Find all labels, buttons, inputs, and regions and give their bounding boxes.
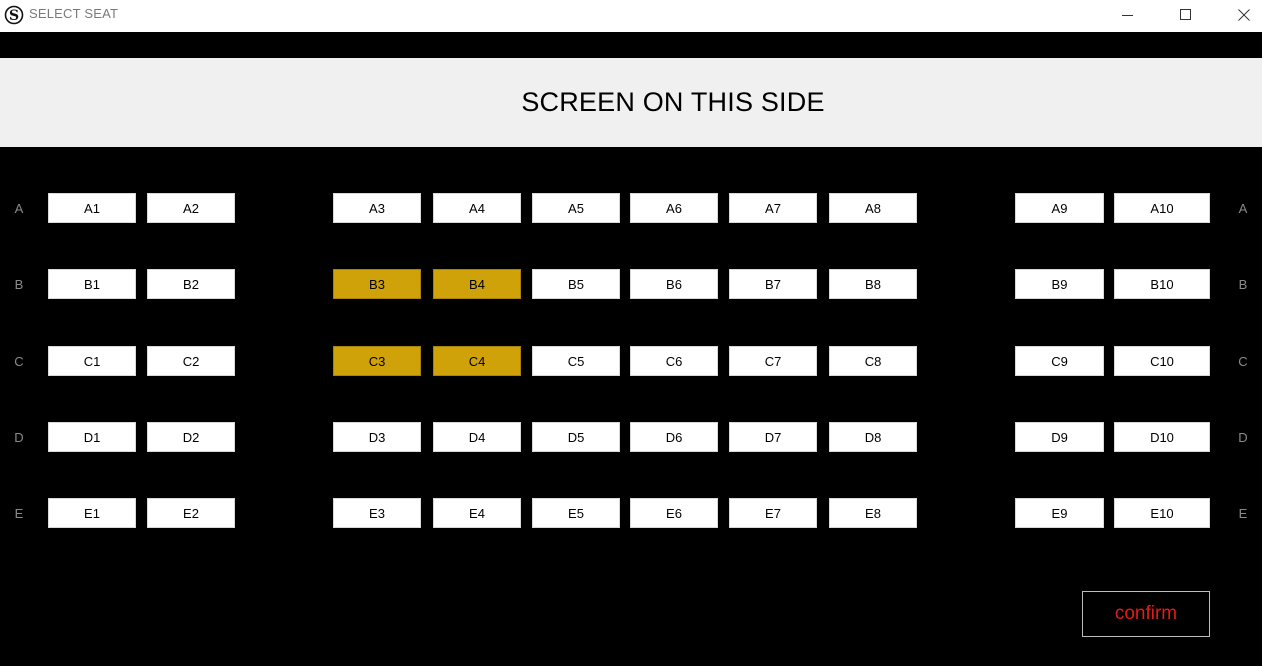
seat-a9[interactable]: A9 (1015, 193, 1104, 223)
seat-e9[interactable]: E9 (1015, 498, 1104, 528)
seat-c7[interactable]: C7 (729, 346, 817, 376)
seat-b9[interactable]: B9 (1015, 269, 1104, 299)
seat-c8[interactable]: C8 (829, 346, 917, 376)
seat-e5[interactable]: E5 (532, 498, 620, 528)
seat-b2[interactable]: B2 (147, 269, 235, 299)
close-button[interactable] (1221, 0, 1262, 30)
seat-b4[interactable]: B4 (433, 269, 521, 299)
seat-d6[interactable]: D6 (630, 422, 718, 452)
seat-e6[interactable]: E6 (630, 498, 718, 528)
seat-a1[interactable]: A1 (48, 193, 136, 223)
row-label-d-right: D (1238, 430, 1248, 445)
row-label-c-right: C (1238, 354, 1248, 369)
seat-c6[interactable]: C6 (630, 346, 718, 376)
seat-c9[interactable]: C9 (1015, 346, 1104, 376)
seat-b1[interactable]: B1 (48, 269, 136, 299)
seat-e3[interactable]: E3 (333, 498, 421, 528)
minimize-icon (1122, 15, 1133, 16)
seat-e7[interactable]: E7 (729, 498, 817, 528)
row-label-d-left: D (14, 430, 24, 445)
seat-c10[interactable]: C10 (1114, 346, 1210, 376)
seat-b6[interactable]: B6 (630, 269, 718, 299)
maximize-button[interactable] (1163, 0, 1209, 30)
seat-e10[interactable]: E10 (1114, 498, 1210, 528)
seat-a7[interactable]: A7 (729, 193, 817, 223)
maximize-icon (1180, 9, 1191, 20)
seat-d8[interactable]: D8 (829, 422, 917, 452)
seat-b7[interactable]: B7 (729, 269, 817, 299)
row-label-b-right: B (1238, 277, 1248, 292)
seat-b3[interactable]: B3 (333, 269, 421, 299)
seat-d1[interactable]: D1 (48, 422, 136, 452)
seat-c1[interactable]: C1 (48, 346, 136, 376)
svg-text:S: S (9, 8, 19, 24)
screen-banner: SCREEN ON THIS SIDE (0, 58, 1262, 147)
seat-e1[interactable]: E1 (48, 498, 136, 528)
close-icon (1238, 9, 1250, 21)
seat-e2[interactable]: E2 (147, 498, 235, 528)
seat-d3[interactable]: D3 (333, 422, 421, 452)
seat-d7[interactable]: D7 (729, 422, 817, 452)
seat-c5[interactable]: C5 (532, 346, 620, 376)
seat-a8[interactable]: A8 (829, 193, 917, 223)
row-label-e-right: E (1238, 506, 1248, 521)
row-label-e-left: E (14, 506, 24, 521)
app-logo-icon: S (4, 5, 24, 25)
row-label-a-left: A (14, 201, 24, 216)
minimize-button[interactable] (1105, 0, 1151, 30)
seat-d9[interactable]: D9 (1015, 422, 1104, 452)
seat-e4[interactable]: E4 (433, 498, 521, 528)
row-label-c-left: C (14, 354, 24, 369)
seat-a2[interactable]: A2 (147, 193, 235, 223)
row-label-a-right: A (1238, 201, 1248, 216)
confirm-button[interactable]: confirm (1082, 591, 1210, 637)
seat-a4[interactable]: A4 (433, 193, 521, 223)
seat-d2[interactable]: D2 (147, 422, 235, 452)
seat-a3[interactable]: A3 (333, 193, 421, 223)
seat-b10[interactable]: B10 (1114, 269, 1210, 299)
seat-d10[interactable]: D10 (1114, 422, 1210, 452)
seat-c4[interactable]: C4 (433, 346, 521, 376)
window-title: SELECT SEAT (29, 6, 119, 21)
seat-d4[interactable]: D4 (433, 422, 521, 452)
seat-d5[interactable]: D5 (532, 422, 620, 452)
seat-c3[interactable]: C3 (333, 346, 421, 376)
screen-banner-text: SCREEN ON THIS SIDE (521, 87, 825, 117)
seat-a10[interactable]: A10 (1114, 193, 1210, 223)
seat-b8[interactable]: B8 (829, 269, 917, 299)
title-bar: S SELECT SEAT (0, 0, 1262, 32)
select-seat-window: S SELECT SEAT SCREEN ON THIS SIDE A A A1 A2… (0, 0, 1262, 666)
seat-b5[interactable]: B5 (532, 269, 620, 299)
seat-a6[interactable]: A6 (630, 193, 718, 223)
seat-e8[interactable]: E8 (829, 498, 917, 528)
seat-c2[interactable]: C2 (147, 346, 235, 376)
seat-a5[interactable]: A5 (532, 193, 620, 223)
row-label-b-left: B (14, 277, 24, 292)
